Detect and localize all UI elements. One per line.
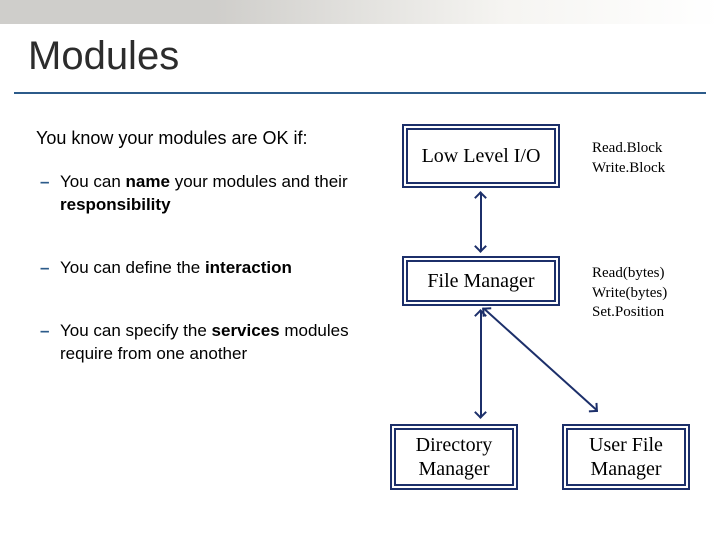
module-diagram: Low Level I/O Read.Block Write.Block Fil… <box>380 124 710 524</box>
bullet-bold: responsibility <box>60 195 171 214</box>
slide-title: Modules <box>28 34 179 79</box>
box-low-level-io: Low Level I/O <box>406 128 556 184</box>
title-underline <box>14 92 706 94</box>
box-label: Directory Manager <box>402 433 506 481</box>
bullet-text: your modules and their <box>170 172 348 191</box>
bullet-text: You can specify the <box>60 321 212 340</box>
bullet-item: You can define the interaction <box>36 257 376 280</box>
box-label: User File Manager <box>574 433 678 481</box>
arrow-filemgr-usermgr <box>484 309 597 411</box>
arrow-filemgr-dirmgr <box>480 312 482 416</box>
ops-low-level: Read.Block Write.Block <box>592 139 702 178</box>
bullet-bold: services <box>212 321 280 340</box>
box-directory-manager: Directory Manager <box>394 428 514 486</box>
box-file-manager: File Manager <box>406 260 556 302</box>
bullet-item: You can name your modules and their resp… <box>36 171 376 217</box>
bullet-bold: name <box>126 172 170 191</box>
bullet-list: You can name your modules and their resp… <box>36 171 376 366</box>
ops-file-manager: Read(bytes) Write(bytes) Set.Position <box>592 264 702 323</box>
slide: Modules You know your modules are OK if:… <box>0 0 720 540</box>
arrow-lowlevel-filemgr <box>480 194 482 250</box>
bullet-bold: interaction <box>205 258 292 277</box>
bullet-item: You can specify the services modules req… <box>36 320 376 366</box>
decorative-band <box>0 0 720 24</box>
left-column: You know your modules are OK if: You can… <box>36 128 376 406</box>
box-user-file-manager: User File Manager <box>566 428 686 486</box>
intro-text: You know your modules are OK if: <box>36 128 376 149</box>
bullet-text: You can <box>60 172 126 191</box>
box-label: Low Level I/O <box>422 144 541 168</box>
bullet-text: You can define the <box>60 258 205 277</box>
box-label: File Manager <box>427 269 534 293</box>
